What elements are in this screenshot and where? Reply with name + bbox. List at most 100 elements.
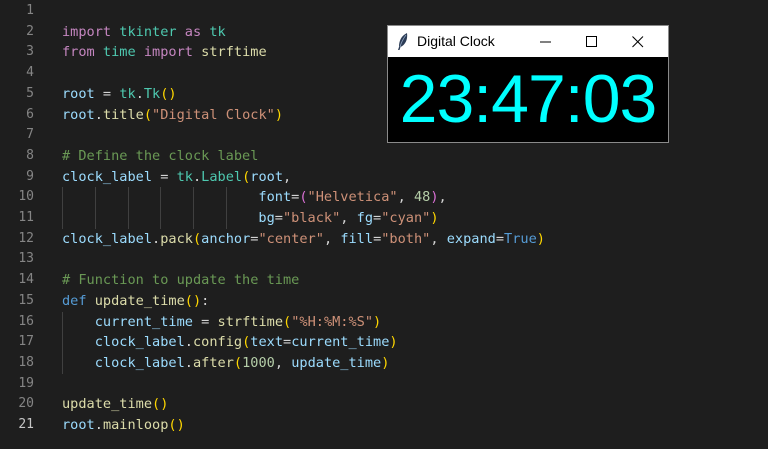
- code-token: def: [62, 292, 87, 309]
- line-number: 18: [18, 354, 34, 370]
- code-token: tk: [119, 85, 136, 102]
- clock-label: 23:47:03: [399, 61, 658, 137]
- code-token: time: [94, 44, 144, 61]
- tk-window-digital-clock[interactable]: Digital Clock 23:47:03: [387, 25, 669, 143]
- code-token: =: [495, 230, 505, 247]
- code-token: strftime: [217, 313, 284, 330]
- code-token: ): [389, 334, 398, 351]
- code-line[interactable]: 10 font=("Helvetica", 48),: [0, 187, 768, 208]
- line-number: 15: [18, 292, 34, 308]
- line-number: 16: [18, 313, 34, 329]
- code-text: clock_label.pack(anchor="center", fill="…: [62, 229, 545, 250]
- code-token: from: [62, 44, 95, 61]
- code-token: strftime: [192, 44, 267, 61]
- code-line[interactable]: 21 root.mainloop(): [0, 415, 768, 436]
- code-token: clock_label: [94, 354, 185, 371]
- indent-guide: [94, 187, 96, 208]
- code-token: "Digital Clock": [152, 106, 275, 123]
- code-token: ,: [397, 189, 414, 206]
- line-number: 2: [26, 23, 34, 39]
- code-token: ): [536, 230, 545, 247]
- line-number: 14: [18, 272, 34, 288]
- code-token: tk: [201, 23, 226, 40]
- code-token: "center": [258, 230, 324, 247]
- line-number: 1: [26, 3, 34, 18]
- line-number: 10: [18, 189, 34, 205]
- code-token: title: [102, 106, 144, 123]
- code-token: =: [192, 313, 218, 330]
- code-token: ,: [340, 210, 357, 226]
- code-token: ,: [274, 354, 292, 371]
- code-token: root: [62, 85, 95, 102]
- code-token: (: [233, 354, 243, 371]
- code-line[interactable]: 1: [0, 1, 768, 22]
- code-line[interactable]: 19: [0, 374, 768, 395]
- code-token: ): [430, 189, 439, 206]
- code-line[interactable]: 18 clock_label.after(1000, update_time): [0, 352, 768, 374]
- code-token: anchor: [201, 230, 251, 247]
- code-line[interactable]: 9 clock_label = tk.Label(root,: [0, 167, 768, 188]
- line-number: 12: [18, 230, 34, 246]
- minimize-button[interactable]: [523, 26, 569, 57]
- code-token: pack: [160, 230, 193, 247]
- line-number: 13: [18, 251, 34, 267]
- line-number: 8: [26, 147, 34, 163]
- code-token: .: [135, 85, 144, 102]
- code-line[interactable]: 11 bg="black", fg="cyan"): [0, 208, 768, 229]
- maximize-button[interactable]: [569, 26, 615, 57]
- indent-guide: [127, 208, 129, 229]
- line-number: 3: [26, 44, 34, 60]
- code-token: =: [373, 210, 382, 226]
- code-line[interactable]: 16 current_time = strftime("%H:%M:%S"): [0, 311, 768, 333]
- indent-guide: [62, 332, 63, 353]
- code-text: # Function to update the time: [62, 270, 299, 291]
- code-token: as: [184, 23, 202, 40]
- code-token: "cyan": [381, 210, 431, 226]
- code-text: root.title("Digital Clock"): [62, 105, 283, 126]
- code-text: update_time(): [62, 394, 168, 415]
- code-token: True: [504, 230, 537, 247]
- code-token: update_time: [94, 292, 185, 309]
- line-number: 20: [18, 396, 34, 412]
- code-token: import: [62, 23, 112, 40]
- maximize-icon: [586, 36, 597, 47]
- line-number: 19: [18, 375, 34, 391]
- indent-guide: [127, 187, 129, 208]
- code-token: font: [258, 189, 292, 206]
- close-icon: [632, 36, 644, 48]
- code-token: config: [192, 334, 243, 351]
- line-number: 11: [18, 210, 34, 225]
- window-titlebar[interactable]: Digital Clock: [388, 26, 668, 57]
- close-button[interactable]: [615, 26, 661, 57]
- code-line[interactable]: 17 clock_label.config(text=current_time): [0, 332, 768, 353]
- code-token: update_time: [62, 396, 153, 413]
- code-line[interactable]: 14 # Function to update the time: [0, 270, 768, 291]
- code-line[interactable]: 13: [0, 249, 768, 270]
- code-line[interactable]: 12 clock_label.pack(anchor = "center", fill…: [0, 229, 768, 250]
- code-token: (): [184, 292, 202, 309]
- code-token: # Function to update the time: [62, 272, 300, 289]
- code-token: "both": [381, 230, 431, 247]
- code-token: ): [430, 210, 439, 226]
- indent-guide: [62, 187, 63, 208]
- code-line[interactable]: 15 def update_time():: [0, 291, 768, 312]
- code-token: ,: [323, 230, 341, 247]
- code-token: ,: [283, 168, 292, 185]
- code-line[interactable]: 8 # Define the clock label: [0, 146, 768, 167]
- code-text: import tkinter as tk: [62, 22, 226, 43]
- code-line[interactable]: 20 update_time(): [0, 394, 768, 415]
- code-text: clock_label = tk.Label(root,: [62, 167, 291, 188]
- code-token: .: [94, 417, 103, 433]
- indent-guide: [226, 187, 227, 208]
- indent-guide: [62, 208, 63, 229]
- code-token: fg: [356, 210, 374, 226]
- indent-guide: [226, 208, 227, 229]
- line-number: 4: [26, 65, 34, 81]
- code-token: (: [283, 313, 292, 330]
- code-token: ,: [430, 230, 447, 247]
- code-token: (): [152, 396, 169, 413]
- code-token: update_time: [291, 354, 382, 371]
